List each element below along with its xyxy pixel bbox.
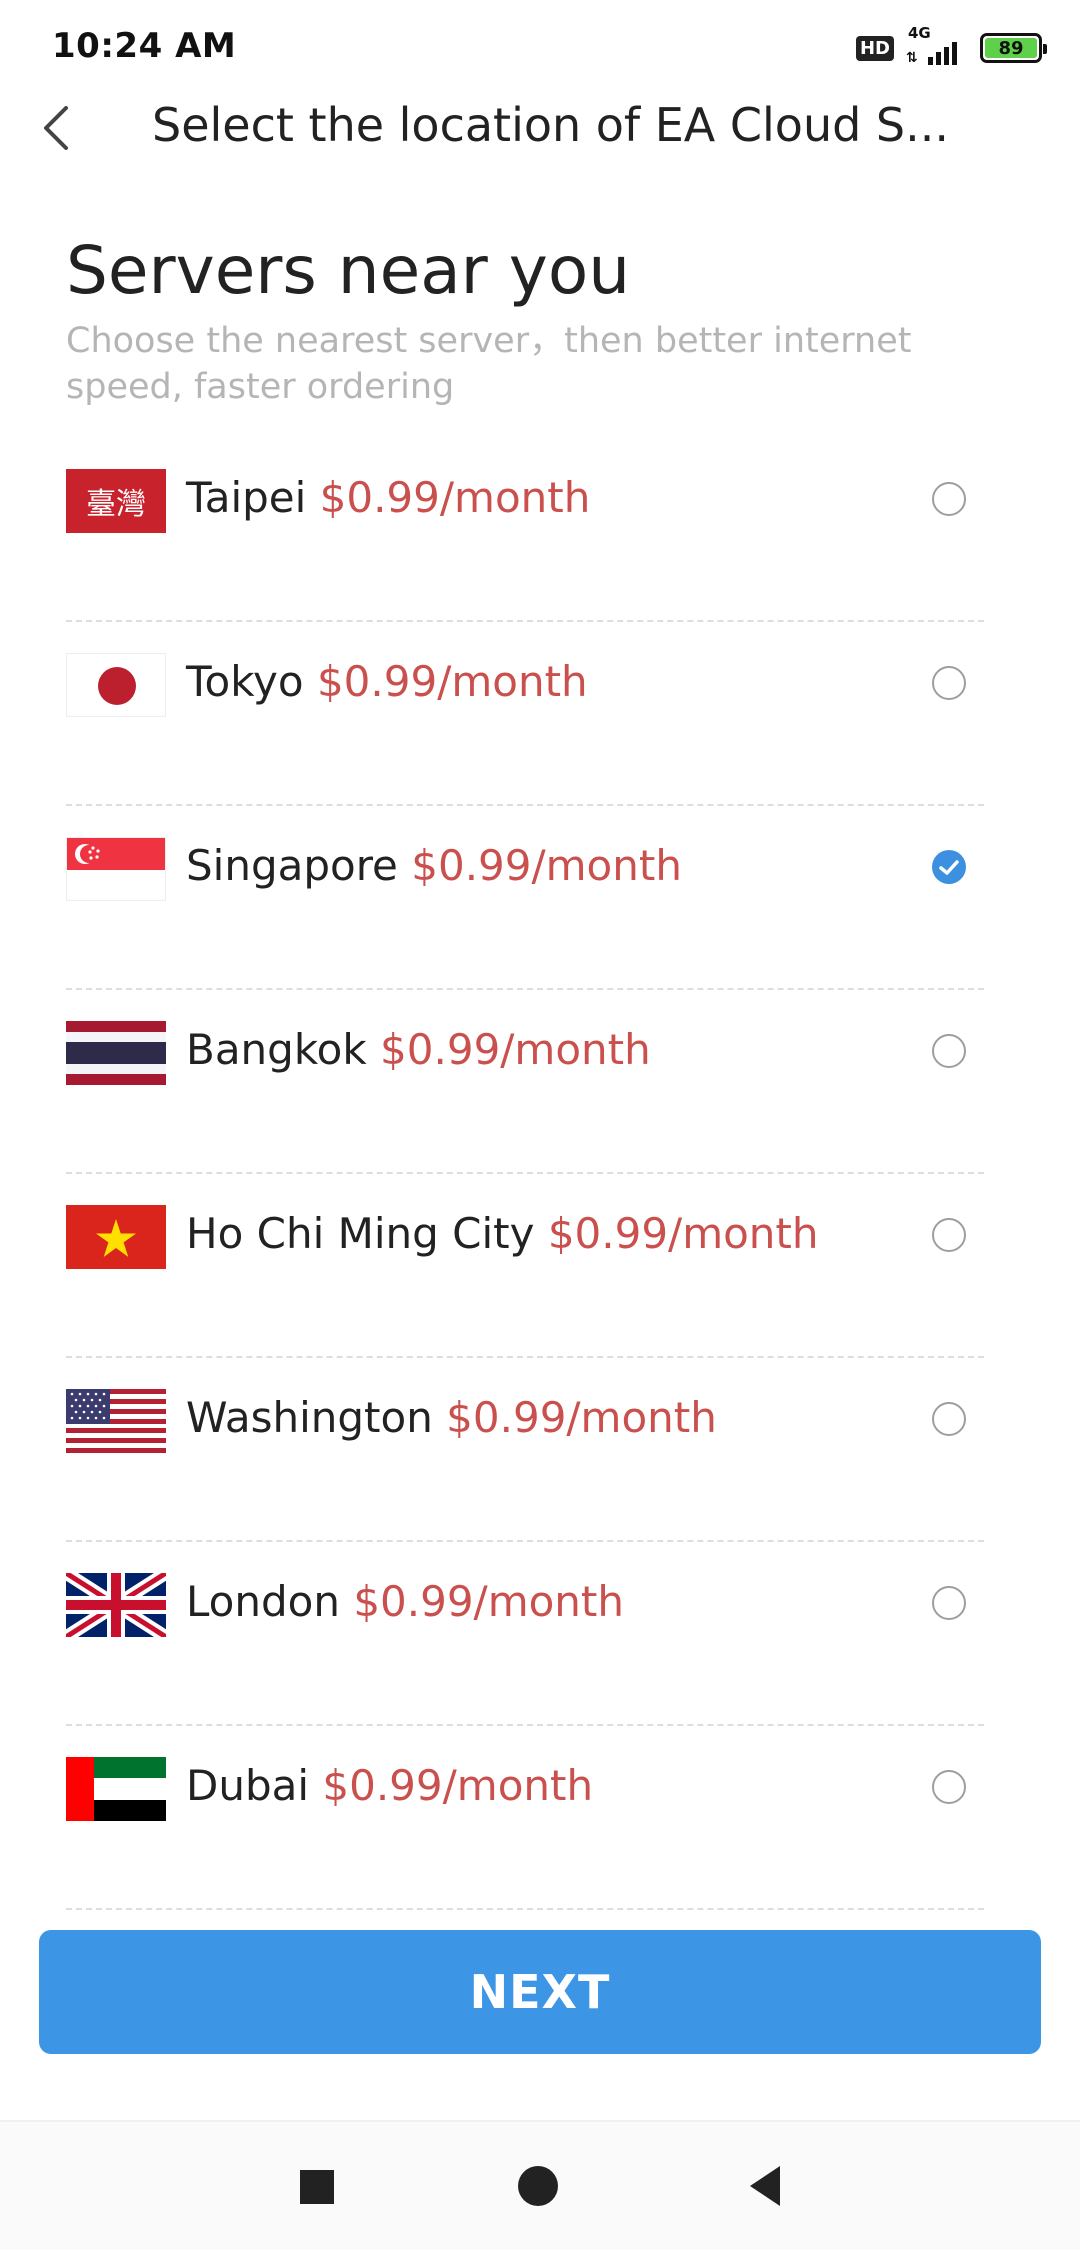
back-triangle-icon[interactable] (750, 2166, 780, 2206)
section-subtitle: Choose the nearest server，then better in… (66, 321, 912, 407)
radio-button[interactable] (932, 666, 966, 700)
server-row-tokyo[interactable]: Tokyo $0.99/month (66, 622, 984, 806)
data-arrows-icon: ⇅ (906, 50, 918, 66)
battery-icon: 89 (980, 33, 1047, 63)
flag-text: 臺灣 (86, 487, 146, 522)
server-label: Bangkok $0.99/month (186, 1025, 651, 1074)
server-label: Ho Chi Ming City $0.99/month (186, 1209, 819, 1258)
server-price: $0.99/month (547, 1209, 819, 1258)
server-city: Dubai (186, 1761, 310, 1810)
server-row-dubai[interactable]: Dubai $0.99/month (66, 1726, 984, 1910)
uk-flag-icon (66, 1573, 166, 1637)
usa-flag-icon (66, 1389, 166, 1453)
checkmark-icon (939, 860, 959, 875)
server-label: Singapore $0.99/month (186, 841, 682, 890)
server-row-washington[interactable]: Washington $0.99/month (66, 1358, 984, 1542)
server-row-bangkok[interactable]: Bangkok $0.99/month (66, 990, 984, 1174)
server-row-taipei[interactable]: 臺灣 Taipei $0.99/month (66, 438, 984, 622)
signal-bars (928, 42, 957, 65)
section-title: Servers near you (66, 232, 631, 309)
server-label: Taipei $0.99/month (186, 473, 590, 522)
server-city: Bangkok (186, 1025, 367, 1074)
signal-icon: 4G ⇅ (906, 24, 968, 68)
server-price: $0.99/month (316, 657, 588, 706)
radio-button-checked[interactable] (932, 850, 966, 884)
server-price: $0.99/month (411, 841, 682, 890)
uae-flag-icon (66, 1757, 166, 1821)
taiwan-flag-icon: 臺灣 (66, 469, 166, 533)
status-icons: HD 4G ⇅ 89 (855, 24, 1047, 68)
server-price: $0.99/month (353, 1577, 625, 1626)
server-row-london[interactable]: London $0.99/month (66, 1542, 984, 1726)
server-row-singapore[interactable]: Singapore $0.99/month (66, 806, 984, 990)
vietnam-flag-icon (66, 1205, 166, 1269)
next-button[interactable]: NEXT (39, 1930, 1041, 2054)
status-time: 10:24 AM (52, 26, 237, 66)
server-price: $0.99/month (319, 473, 591, 522)
network-type: 4G (908, 24, 931, 42)
radio-button[interactable] (932, 482, 966, 516)
status-bar: 10:24 AM HD 4G ⇅ 89 (0, 0, 1080, 90)
server-row-ho-chi-ming-city[interactable]: Ho Chi Ming City $0.99/month (66, 1174, 984, 1358)
radio-button[interactable] (932, 1218, 966, 1252)
server-city: Tokyo (186, 657, 304, 706)
server-city: Taipei (186, 473, 307, 522)
server-list: 臺灣 Taipei $0.99/month Tokyo $0.99/month (66, 438, 984, 1910)
chevron-left-icon (44, 106, 68, 150)
server-label: Tokyo $0.99/month (186, 657, 588, 706)
server-price: $0.99/month (380, 1025, 651, 1074)
radio-button[interactable] (932, 1770, 966, 1804)
navigation-bar (0, 2120, 1080, 2250)
server-city: Singapore (186, 841, 398, 890)
radio-button[interactable] (932, 1402, 966, 1436)
battery-level: 89 (985, 38, 1037, 59)
home-icon[interactable] (518, 2166, 558, 2206)
back-button[interactable] (38, 100, 78, 156)
server-city: Washington (186, 1393, 433, 1442)
japan-flag-icon (66, 653, 166, 717)
singapore-flag-icon (66, 837, 166, 901)
server-city: London (186, 1577, 340, 1626)
server-city: Ho Chi Ming City (186, 1209, 535, 1258)
server-price: $0.99/month (322, 1761, 594, 1810)
server-label: London $0.99/month (186, 1577, 624, 1626)
radio-button[interactable] (932, 1586, 966, 1620)
server-label: Dubai $0.99/month (186, 1761, 593, 1810)
hd-icon: HD (855, 35, 894, 61)
server-price: $0.99/month (446, 1393, 717, 1442)
thailand-flag-icon (66, 1021, 166, 1085)
page-title: Select the location of EA Cloud S... (152, 98, 949, 152)
server-label: Washington $0.99/month (186, 1393, 717, 1442)
radio-button[interactable] (932, 1034, 966, 1068)
recents-icon[interactable] (300, 2170, 334, 2204)
